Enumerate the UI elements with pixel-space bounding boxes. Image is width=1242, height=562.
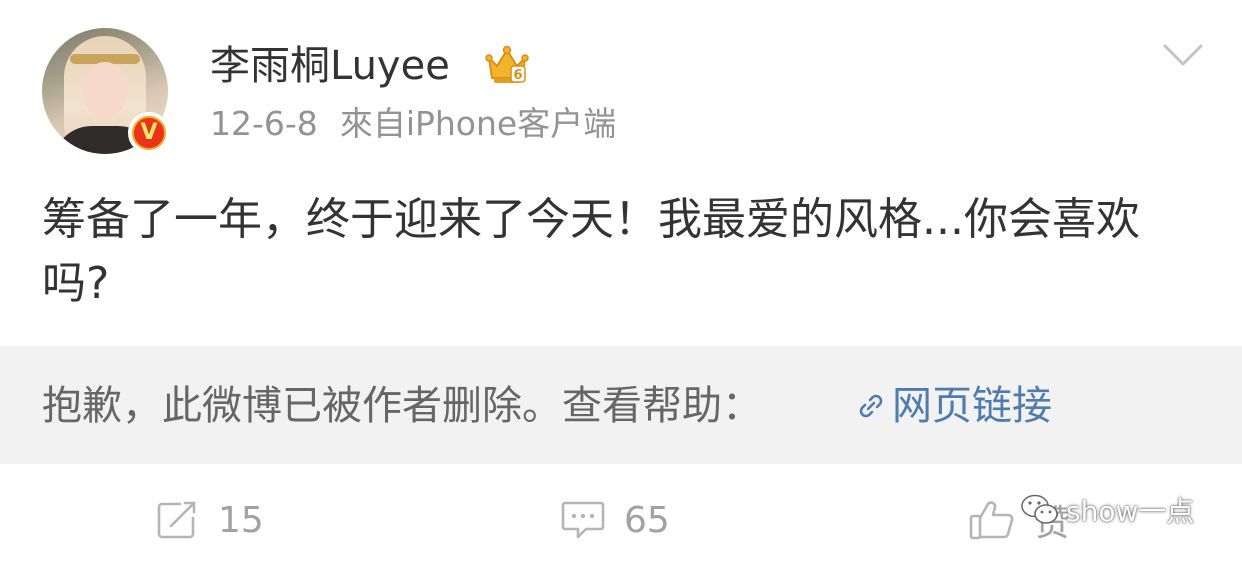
watermark-text: show一点 bbox=[1066, 495, 1195, 528]
comment-button[interactable]: 65 bbox=[560, 490, 670, 550]
repost-count: 15 bbox=[218, 499, 264, 541]
repost-icon bbox=[157, 501, 196, 539]
verified-badge-icon: V bbox=[128, 112, 170, 154]
post-meta: 12-6-8 來自iPhone客户端 bbox=[210, 104, 616, 144]
deleted-repost-box: 抱歉，此微博已被作者删除。查看帮助： 网页链接 bbox=[0, 346, 1242, 464]
comment-count: 65 bbox=[624, 499, 670, 541]
username[interactable]: 李雨桐Luyee bbox=[210, 42, 450, 90]
repost-button[interactable]: 15 bbox=[156, 490, 264, 550]
post-text: 筹备了一年，终于迎来了今天！我最爱的风格...你会喜欢吗? bbox=[42, 194, 1140, 309]
verified-badge-letter: V bbox=[134, 118, 164, 148]
weibo-post-card: V 李雨桐Luyee 6 12-6-8 來自iPhone客户端 筹备了一年，终于迎… bbox=[0, 0, 1242, 562]
thumbs-up-icon bbox=[969, 501, 1014, 540]
comment-icon bbox=[561, 501, 605, 539]
chevron-down-icon[interactable] bbox=[1162, 40, 1204, 70]
web-link-label: 网页链接 bbox=[892, 383, 1052, 429]
web-link[interactable]: 网页链接 bbox=[856, 382, 1052, 430]
crown-level-number: 6 bbox=[513, 68, 522, 83]
crown-level-icon[interactable]: 6 bbox=[485, 44, 529, 86]
deleted-message: 抱歉，此微博已被作者删除。查看帮助： bbox=[42, 383, 762, 429]
wechat-watermark: show一点 bbox=[1020, 490, 1194, 530]
link-icon bbox=[859, 394, 883, 418]
post-time: 12-6-8 bbox=[210, 104, 318, 143]
wechat-logo-icon bbox=[1021, 494, 1058, 524]
avatar-face bbox=[82, 62, 128, 118]
post-source: 來自iPhone客户端 bbox=[339, 104, 617, 143]
